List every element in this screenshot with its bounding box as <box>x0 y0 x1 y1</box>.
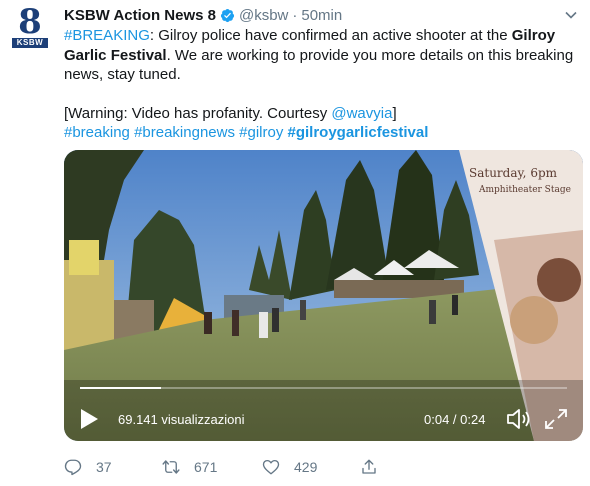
fullscreen-icon[interactable] <box>544 408 568 430</box>
tweet-text: #BREAKING: Gilroy police have confirmed … <box>64 26 584 143</box>
play-icon[interactable] <box>78 407 100 431</box>
video-progress-bar[interactable] <box>80 387 567 389</box>
banner-line-2: Amphitheater Stage <box>478 185 571 195</box>
retweet-icon <box>162 460 180 474</box>
tweet-text-segment: : Gilroy police have confirmed an active… <box>149 27 512 44</box>
hashtag-link[interactable]: #BREAKING <box>64 27 150 44</box>
tweet-timestamp[interactable]: 50min <box>301 7 342 24</box>
tweet-paragraph-warning: [Warning: Video has profanity. Courtesy … <box>64 104 584 124</box>
tweet-actions: 37 671 429 <box>64 457 384 477</box>
reply-icon <box>64 459 82 476</box>
chevron-down-icon[interactable] <box>564 8 578 22</box>
warning-text: [Warning: Video has profanity. Courtesy <box>64 104 332 122</box>
account-handle[interactable]: @ksbw <box>239 7 288 24</box>
tweet-header: KSBW Action News 8 @ksbw · 50min <box>64 6 342 24</box>
mention-link[interactable]: @wavyia <box>331 105 392 122</box>
header-separator: · <box>292 6 298 24</box>
volume-icon[interactable] <box>506 407 532 431</box>
tweet-hashtags: #breaking #breakingnews #gilroy #gilroyg… <box>64 123 584 143</box>
hashtag-link[interactable]: #breakingnews <box>134 124 235 141</box>
retweet-count: 671 <box>194 459 218 475</box>
like-button[interactable]: 429 <box>262 457 317 477</box>
avatar-brand-bar: KSBW <box>12 38 48 48</box>
video-timecode: 0:04 / 0:24 <box>424 412 486 427</box>
hashtag-link[interactable]: #gilroy <box>239 124 283 141</box>
video-frame: Saturday, 6pm Amphitheater Stage <box>64 150 583 441</box>
warning-text-end: ] <box>392 104 397 122</box>
video-progress-fill <box>80 387 162 389</box>
like-count: 429 <box>294 459 318 475</box>
reply-count: 37 <box>96 459 112 475</box>
share-icon <box>362 459 376 474</box>
hashtag-link[interactable]: #gilroygarlicfestival <box>288 124 429 141</box>
verified-badge-icon <box>220 8 235 23</box>
reply-button[interactable]: 37 <box>64 457 112 477</box>
video-view-count: 69.141 visualizzazioni <box>118 412 245 427</box>
account-name[interactable]: KSBW Action News 8 <box>64 7 216 24</box>
banner-line-1: Saturday, 6pm <box>469 166 558 180</box>
tweet-paragraph-main: #BREAKING: Gilroy police have confirmed … <box>64 26 584 85</box>
avatar[interactable]: 8 KSBW <box>10 2 50 48</box>
heart-icon <box>262 459 280 475</box>
share-button[interactable] <box>360 457 392 477</box>
retweet-button[interactable]: 671 <box>162 457 217 477</box>
video-player[interactable]: Saturday, 6pm Amphitheater Stage 69.141 … <box>64 150 583 441</box>
avatar-numeral: 8 <box>18 2 42 42</box>
hashtag-link[interactable]: #breaking <box>64 124 130 141</box>
